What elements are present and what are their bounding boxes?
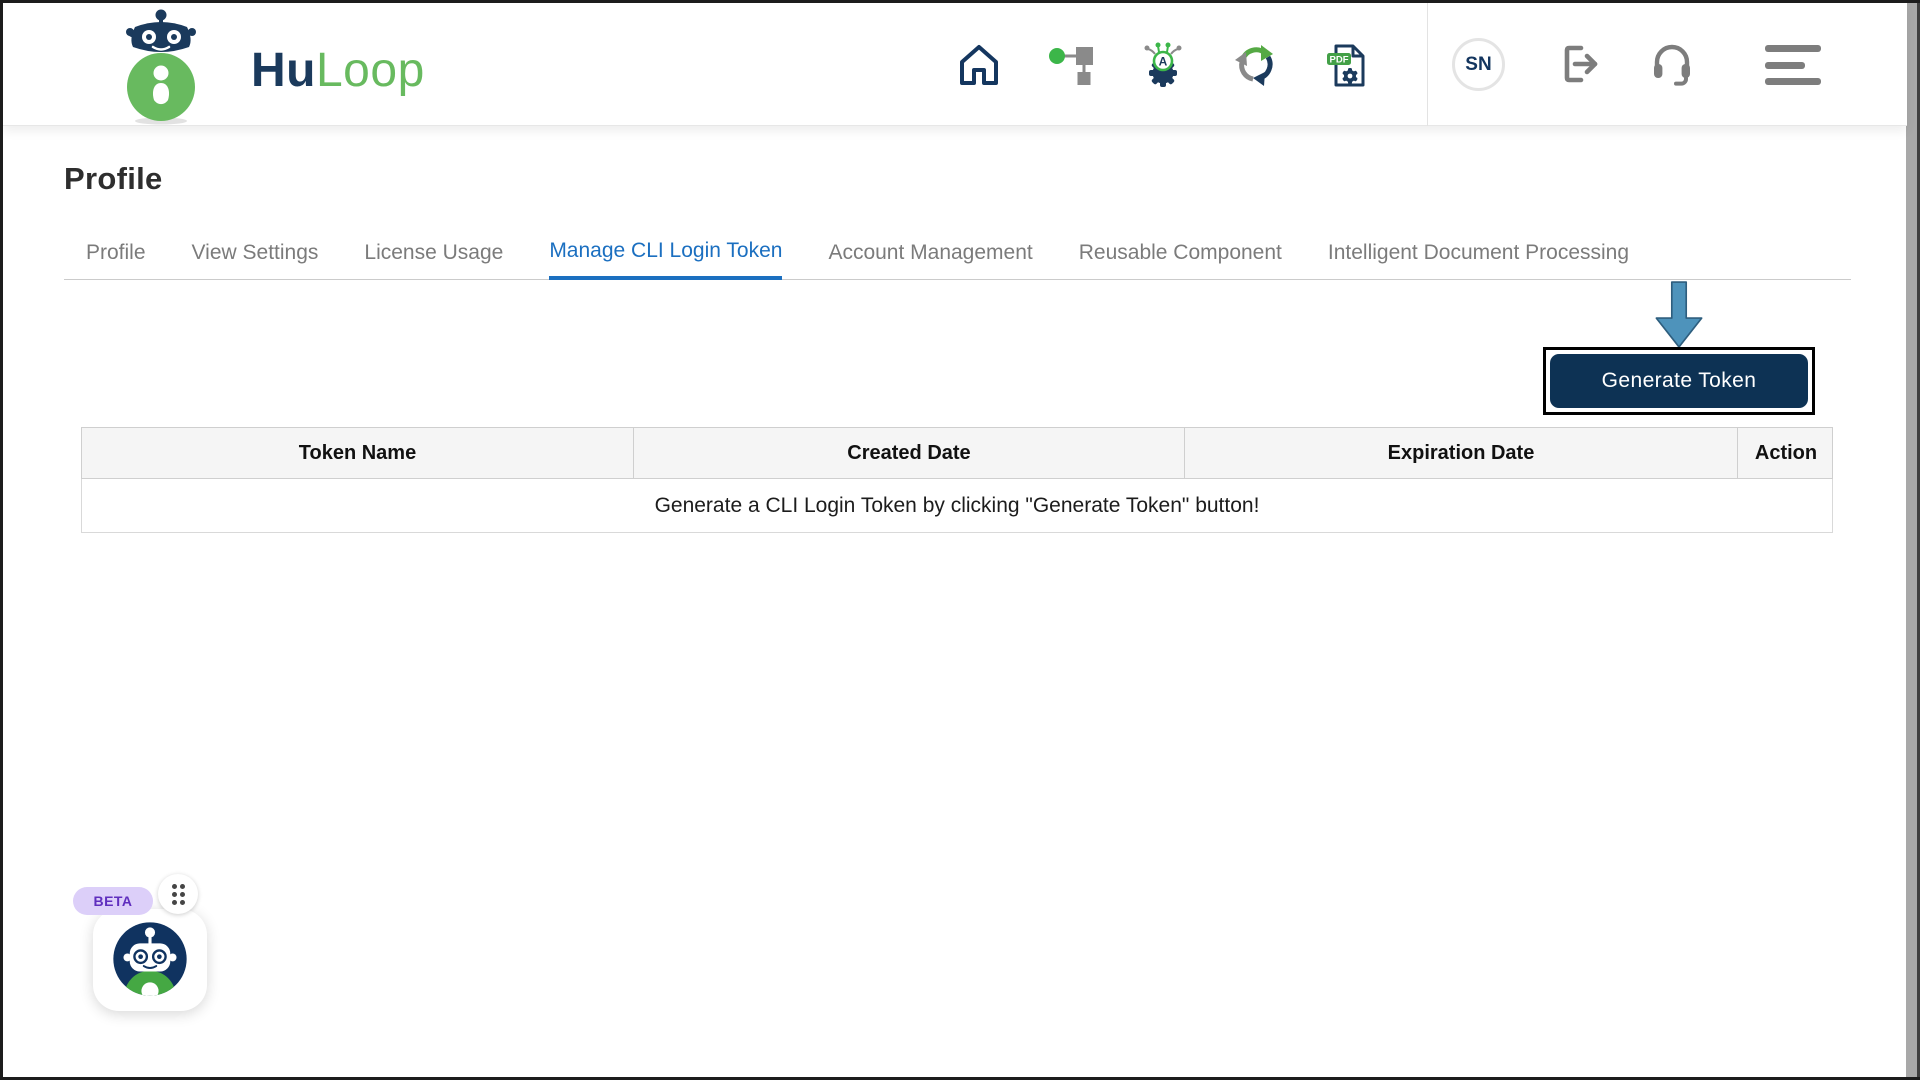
column-header-token-name: Token Name: [82, 428, 634, 478]
tab-intelligent-document-processing[interactable]: Intelligent Document Processing: [1328, 239, 1629, 280]
workflow-icon[interactable]: [1047, 41, 1095, 89]
pdf-settings-icon[interactable]: PDF: [1323, 41, 1371, 89]
table-empty-message: Generate a CLI Login Token by clicking "…: [81, 479, 1833, 533]
automation-gear-icon[interactable]: A: [1139, 41, 1187, 89]
tab-account-management[interactable]: Account Management: [828, 239, 1032, 280]
profile-tabs: Profile View Settings License Usage Mana…: [86, 239, 1629, 280]
svg-text:PDF: PDF: [1330, 54, 1349, 65]
assistant-robot-avatar-icon: [111, 920, 189, 1001]
table-header-row: Token Name Created Date Expiration Date …: [81, 427, 1833, 479]
generate-token-button[interactable]: Generate Token: [1550, 354, 1808, 408]
cli-token-table: Token Name Created Date Expiration Date …: [81, 427, 1833, 533]
assistant-chat-button[interactable]: [93, 909, 207, 1011]
tab-manage-cli-login-token[interactable]: Manage CLI Login Token: [549, 239, 783, 280]
huloop-logo[interactable]: HuLoop: [111, 9, 425, 130]
avatar-initials: SN: [1465, 53, 1492, 75]
widget-drag-handle[interactable]: [158, 874, 198, 914]
header-icon-nav: A PDF: [955, 3, 1371, 126]
annotation-highlight-box: Generate Token: [1543, 347, 1815, 415]
menu-icon[interactable]: [1765, 45, 1821, 85]
column-header-action: Action: [1754, 441, 1818, 464]
app-window: HuLoop A PDF SN Profile Profile View Set…: [0, 0, 1920, 1080]
tab-view-settings[interactable]: View Settings: [192, 239, 319, 280]
sync-icon[interactable]: [1231, 41, 1279, 89]
logout-icon[interactable]: [1555, 40, 1603, 88]
tab-reusable-component[interactable]: Reusable Component: [1079, 239, 1282, 280]
column-header-expiration-date: Expiration Date: [1185, 428, 1738, 478]
page-title: Profile: [64, 161, 163, 196]
huloop-wordmark: HuLoop: [251, 44, 425, 97]
beta-badge: BETA: [73, 887, 153, 915]
scrollbar[interactable]: [1906, 3, 1917, 1077]
column-header-created-date: Created Date: [634, 428, 1185, 478]
drag-dots-icon: [171, 883, 185, 905]
home-icon[interactable]: [955, 41, 1003, 89]
huloop-robot-logo-icon: [111, 9, 211, 130]
user-avatar[interactable]: SN: [1452, 38, 1505, 91]
annotation-arrow-down-icon: [1655, 281, 1703, 354]
headset-icon[interactable]: [1648, 38, 1696, 86]
top-navigation-bar: HuLoop A PDF SN: [3, 3, 1907, 126]
tab-profile[interactable]: Profile: [86, 239, 146, 280]
tab-license-usage[interactable]: License Usage: [364, 239, 503, 280]
header-divider: [1427, 3, 1428, 126]
svg-text:A: A: [1159, 54, 1168, 68]
